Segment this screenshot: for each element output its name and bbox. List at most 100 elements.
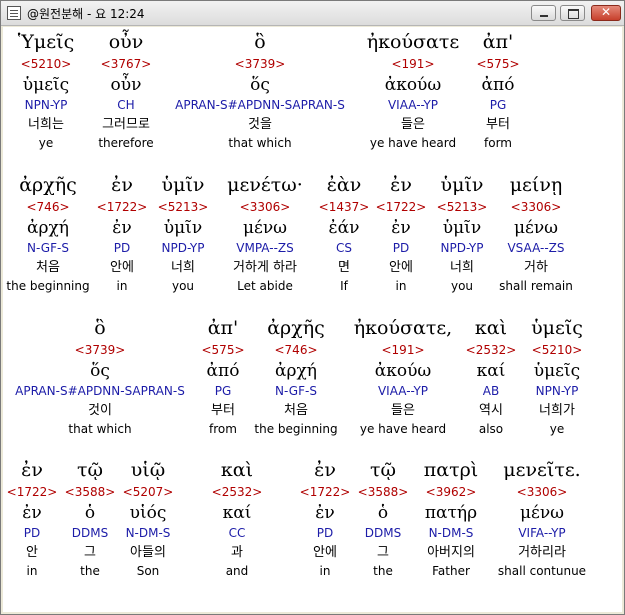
word-unit[interactable]: ἠκούσατε <191> ἀκούω VIAA--YP 들은 ye have… [367,29,459,153]
lemma: ὑμῖν [442,218,482,238]
strong-number: <3588> [64,485,116,499]
word-unit[interactable]: Ὑμεῖς <5210> ὑμεῖς NPN-YP 너희는 ye [18,29,74,153]
korean-gloss: 들은 [401,117,425,132]
word-unit[interactable]: ἐν <1722> ἐν PD 안에 in [300,457,351,581]
word-unit[interactable]: ἠκούσατε, <191> ἀκούω VIAA--YP 들은 ye hav… [354,315,452,439]
parsing-code: CH [117,98,135,112]
greek-word: ἀπ' [482,31,514,53]
parsing-code: VIFA--YP [518,526,566,540]
lemma: ἀρχή [27,218,69,238]
word-unit[interactable]: ἐὰν <1437> ἐάν CS 면 If [319,172,370,296]
english-gloss: the beginning [6,279,90,293]
word-unit[interactable]: καὶ <2532> καί AB 역시 also [466,315,517,439]
korean-gloss: 과 [231,545,243,560]
strong-number: <1722> [96,200,148,214]
word-unit[interactable]: ἀρχῆς <746> ἀρχή N-GF-S 처음 the beginning [6,172,89,296]
english-gloss: the [80,564,100,578]
greek-word: ἐν [390,174,412,196]
english-gloss: therefore [98,136,154,150]
lemma: ἐν [315,503,335,523]
word-unit[interactable]: ὑμῖν <5213> ὑμῖν NPD-YP 너희 you [437,172,488,296]
korean-gloss: 거하리라 [518,545,566,560]
korean-gloss: 안에 [110,260,134,275]
maximize-button[interactable] [560,5,585,21]
word-unit[interactable]: πατρὶ <3962> πατήρ N-DM-S 아버지의 Father [424,457,478,581]
lemma: ὁ [377,503,389,523]
word-unit[interactable]: ὃ <3739> ὅς APRAN-S#APDNN-SAPRAN-S 것을 th… [175,29,345,153]
lemma: ἀκούω [384,75,442,95]
strong-number: <3588> [357,485,409,499]
korean-gloss: 것을 [248,117,272,132]
lemma: ἀρχή [275,361,317,381]
strong-number: <3962> [425,485,477,499]
english-gloss: form [484,136,512,150]
english-gloss: in [26,564,38,578]
word-unit[interactable]: ὑμεῖς <5210> ὑμεῖς NPN-YP 너희가 ye [531,315,583,439]
word-unit[interactable]: μενέτω· <3306> μένω VMPA--ZS 거하게 하라 Let … [227,172,303,296]
strong-number: <3739> [234,57,286,71]
word-unit[interactable]: ἀπ' <575> ἀπό PG 부터 from [201,315,244,439]
korean-gloss: 아들의 [130,545,166,560]
korean-gloss: 처음 [284,403,308,418]
korean-gloss: 안에 [313,545,337,560]
greek-word: ὃ [254,31,266,53]
english-gloss: ye have heard [369,136,457,150]
word-unit[interactable]: τῷ <3588> ὁ DDMS 그 the [358,457,409,581]
english-gloss: that which [68,422,132,436]
strong-number: <3767> [100,57,152,71]
word-unit[interactable]: καὶ <2532> καί CC 과 and [212,457,263,581]
strong-number: <2532> [465,343,517,357]
strong-number: <3306> [516,485,568,499]
word-unit[interactable]: ὑμῖν <5213> ὑμῖν NPD-YP 너희 you [158,172,209,296]
close-button[interactable]: ✕ [591,5,621,21]
greek-word: μενεῖτε. [503,459,581,481]
word-unit[interactable]: οὖν <3767> οὖν CH 그러므로 therefore [98,29,153,153]
word-unit[interactable]: μείνῃ <3306> μένω VSAA--ZS 거하 shall rema… [499,172,573,296]
strong-number: <3739> [74,343,126,357]
lemma: ἐν [22,503,42,523]
greek-word: ἀρχῆς [19,174,77,196]
lemma: ὅς [90,361,110,381]
greek-word: τῷ [76,459,103,481]
parsing-code: NPN-YP [535,384,579,398]
english-gloss: that which [228,136,292,150]
parsing-code: CS [336,241,352,255]
english-gloss: and [225,564,249,578]
word-unit[interactable]: υἱῷ <5207> υἱός N-DM-S 아들의 Son [123,457,174,581]
parsing-code: N-DM-S [428,526,474,540]
word-unit[interactable]: ἀπ' <575> ἀπό PG 부터 form [476,29,519,153]
korean-gloss: 너희 [171,260,195,275]
korean-gloss: 그러므로 [102,117,150,132]
korean-gloss: 너희가 [539,403,575,418]
lemma: ἀπό [206,361,240,381]
strong-number: <1722> [299,485,351,499]
word-unit[interactable]: ἐν <1722> ἐν PD 안에 in [376,172,427,296]
greek-word: ἐν [111,174,133,196]
strong-number: <575> [201,343,245,357]
minimize-button[interactable] [531,5,556,21]
greek-word: ὑμῖν [161,174,205,196]
parsing-code: APRAN-S#APDNN-SAPRAN-S [175,98,345,112]
greek-word: ὑμεῖς [531,317,583,339]
word-unit[interactable]: ἐν <1722> ἐν PD 안 in [7,457,58,581]
word-unit[interactable]: ἐν <1722> ἐν PD 안에 in [97,172,148,296]
greek-word: ἀρχῆς [267,317,325,339]
parsing-code: CC [228,526,246,540]
lemma: ἐάν [328,218,360,238]
word-unit[interactable]: τῷ <3588> ὁ DDMS 그 the [65,457,116,581]
greek-word: ἐν [21,459,43,481]
lemma: ἀκούω [374,361,432,381]
parsing-code: APRAN-S#APDNN-SAPRAN-S [15,384,185,398]
word-unit[interactable]: ὃ <3739> ὅς APRAN-S#APDNN-SAPRAN-S 것이 th… [15,315,185,439]
strong-number: <5210> [531,343,583,357]
interlinear-view[interactable]: Ὑμεῖς <5210> ὑμεῖς NPN-YP 너희는 ye οὖν <37… [3,27,622,612]
title-bar[interactable]: @원전분해 - 요 12:24 ✕ [1,1,624,26]
lemma: ὑμῖν [163,218,203,238]
lemma: οὖν [110,75,142,95]
word-unit[interactable]: ἀρχῆς <746> ἀρχή N-GF-S 처음 the beginning [254,315,337,439]
korean-gloss: 너희는 [28,117,64,132]
parsing-code: PD [23,526,41,540]
word-unit[interactable]: μενεῖτε. <3306> μένω VIFA--YP 거하리라 shall… [498,457,586,581]
lemma: ὅς [250,75,270,95]
parsing-code: N-GF-S [27,241,69,255]
